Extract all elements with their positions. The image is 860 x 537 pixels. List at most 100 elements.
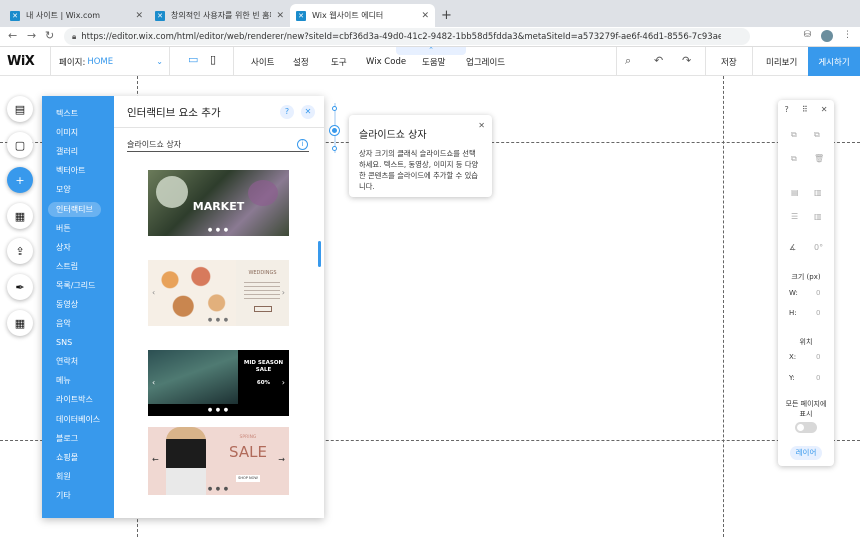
category-item[interactable]: 회원: [42, 467, 114, 486]
panel-scrollbar[interactable]: [318, 241, 321, 267]
category-item[interactable]: 블로그: [42, 429, 114, 448]
paste-icon[interactable]: ⧉: [814, 130, 820, 140]
close-icon[interactable]: ✕: [478, 121, 485, 130]
category-item[interactable]: 스트립: [42, 257, 114, 276]
slideshow-thumbnail[interactable]: MARKET ● ● ●: [148, 170, 289, 236]
page-selector[interactable]: 페이지: HOME ⌄: [50, 47, 170, 76]
info-icon[interactable]: i: [297, 139, 308, 150]
category-item[interactable]: 메뉴: [42, 371, 114, 390]
help-icon[interactable]: ?: [785, 105, 789, 114]
help-icon[interactable]: ?: [280, 105, 294, 119]
arrange-icon[interactable]: ▤: [791, 188, 799, 197]
category-item[interactable]: 쇼핑몰: [42, 448, 114, 467]
category-item[interactable]: 음악: [42, 314, 114, 333]
url-text: https://editor.wix.com/html/editor/web/r…: [81, 31, 722, 42]
tab-close-icon[interactable]: ✕: [421, 11, 429, 21]
arrange-icon[interactable]: ▥: [814, 188, 822, 197]
duplicate-icon[interactable]: ⧉: [791, 154, 797, 164]
y-field[interactable]: 0: [816, 374, 820, 382]
pages-menu-icon[interactable]: ▤: [7, 96, 33, 122]
save-button[interactable]: 저장: [721, 47, 737, 76]
position-label: 위치: [799, 338, 813, 346]
desktop-view-icon[interactable]: ▭: [188, 53, 198, 66]
new-tab-icon[interactable]: +: [441, 8, 452, 23]
angle-value[interactable]: 0°: [814, 243, 823, 252]
category-item[interactable]: 데이터베이스: [42, 410, 114, 429]
inspector-panel: ? ⠿ ✕ ⧉ ⧉ ⧉ 🗑︎ ▤ ▥ ☰ ▥ ∡ 0° 크기 (px) W: 0…: [778, 100, 834, 466]
category-item[interactable]: 인터랙티브: [42, 199, 114, 218]
forward-arrow-icon[interactable]: →: [27, 29, 36, 42]
slider-step[interactable]: [332, 146, 337, 151]
profile-avatar-icon[interactable]: [821, 30, 833, 42]
page-selector-value: HOME: [87, 56, 114, 67]
category-item[interactable]: 모양: [42, 180, 114, 199]
slideshow-thumbnail[interactable]: WEDDINGS ‹ › ● ● ●: [148, 260, 289, 326]
url-field[interactable]: 🔒︎ https://editor.wix.com/html/editor/we…: [64, 28, 750, 45]
layers-button[interactable]: 레이어: [790, 446, 822, 460]
category-item[interactable]: 라이트박스: [42, 390, 114, 409]
copy-icon[interactable]: ⧉: [791, 130, 797, 140]
browser-tab[interactable]: ✕ 창의적인 사용자를 위한 빈 홈페이지 ✕: [149, 4, 290, 27]
pen-icon[interactable]: ✒: [7, 274, 33, 300]
reload-icon[interactable]: ↻: [45, 29, 54, 42]
category-item[interactable]: 목록/그리드: [42, 276, 114, 295]
category-item[interactable]: 텍스트: [42, 104, 114, 123]
slider-step[interactable]: [332, 106, 337, 111]
slider-knob[interactable]: [330, 126, 339, 135]
category-item[interactable]: 갤러리: [42, 142, 114, 161]
redo-icon[interactable]: ↷: [682, 54, 691, 67]
browser-tab-active[interactable]: ✕ Wix 웹사이트 에디터 ✕: [290, 4, 435, 27]
add-icon[interactable]: +: [7, 167, 33, 193]
undo-icon[interactable]: ↶: [654, 54, 663, 67]
menu-tools[interactable]: 도구: [331, 47, 347, 76]
close-icon[interactable]: ✕: [301, 105, 315, 119]
wix-logo[interactable]: WiX: [7, 54, 35, 69]
category-item[interactable]: 버튼: [42, 219, 114, 238]
menu-settings[interactable]: 설정: [293, 47, 309, 76]
page-selector-label: 페이지:: [59, 57, 86, 68]
delete-icon[interactable]: 🗑︎: [814, 154, 824, 163]
category-item[interactable]: 연락처: [42, 352, 114, 371]
publish-button[interactable]: 게시하기: [808, 47, 860, 76]
menu-site[interactable]: 사이트: [251, 47, 274, 76]
add-apps-icon[interactable]: ▦: [7, 203, 33, 229]
category-item[interactable]: 이미지: [42, 123, 114, 142]
drag-handle-icon[interactable]: ⠿: [802, 105, 808, 114]
category-item[interactable]: 기타: [42, 486, 114, 505]
height-field[interactable]: 0: [816, 309, 820, 317]
calendar-icon[interactable]: ▦: [7, 310, 33, 336]
menu-upgrade[interactable]: 업그레이드: [466, 47, 505, 76]
category-label: 기타: [56, 490, 71, 500]
browser-tab[interactable]: ✕ 내 사이트 | Wix.com ✕: [4, 4, 149, 27]
tab-close-icon[interactable]: ✕: [276, 11, 284, 21]
show-on-all-pages-toggle[interactable]: [795, 422, 817, 433]
x-label: X:: [789, 353, 797, 361]
align-icon[interactable]: ☰: [791, 212, 798, 221]
category-label: 버튼: [56, 223, 71, 233]
category-label: 음악: [56, 319, 71, 329]
category-item[interactable]: SNS: [42, 333, 114, 352]
collapse-topbar-icon[interactable]: ⌃: [396, 47, 466, 55]
width-field[interactable]: 0: [816, 289, 820, 297]
close-icon[interactable]: ✕: [821, 105, 828, 114]
slideshow-thumbnail[interactable]: MID SEASON SALE 60% ‹ › ● ● ●: [148, 350, 289, 416]
slideshow-thumbnail[interactable]: SPRING SALE SHOP NOW ← → ● ● ●: [148, 427, 289, 495]
category-item[interactable]: 상자: [42, 238, 114, 257]
y-label: Y:: [789, 374, 795, 382]
x-field[interactable]: 0: [816, 353, 820, 361]
category-item[interactable]: 벡터아트: [42, 161, 114, 180]
background-icon[interactable]: ▢: [7, 132, 33, 158]
zoom-icon[interactable]: ⌕: [625, 54, 631, 68]
upload-icon[interactable]: ⇪: [7, 238, 33, 264]
mobile-view-icon[interactable]: ▯: [210, 53, 216, 66]
category-list: 텍스트 이미지 갤러리 벡터아트 모양 인터랙티브버튼상자 스트립 목록/그리드 동영상음악 SN…: [42, 96, 114, 518]
back-arrow-icon[interactable]: ←: [8, 29, 17, 42]
tab-close-icon[interactable]: ✕: [135, 11, 143, 21]
category-label: 라이트박스: [56, 395, 93, 405]
distribute-icon[interactable]: ▥: [814, 212, 822, 221]
thumbnail-text: MARKET: [192, 200, 245, 213]
more-menu-icon[interactable]: ⋮: [843, 30, 852, 42]
category-item[interactable]: 동영상: [42, 295, 114, 314]
extension-icon[interactable]: ⛁: [803, 30, 811, 42]
preview-button[interactable]: 미리보기: [766, 47, 797, 76]
